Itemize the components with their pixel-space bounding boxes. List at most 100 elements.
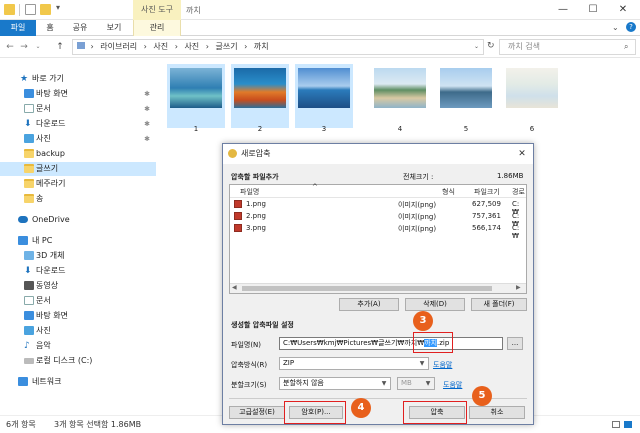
table-row[interactable]: 1.png 이미지(png) 627,509 C:₩ [234, 200, 524, 216]
file-thumbnail[interactable]: 5 [437, 64, 495, 133]
breadcrumb-libraries[interactable]: 라이브러리 [100, 42, 137, 51]
help-icon[interactable]: ? [626, 22, 636, 32]
table-row[interactable]: 3.png 이미지(png) 566,174 C:₩ [234, 224, 524, 240]
split-size-select[interactable]: 분할하지 않음 ▼ [279, 377, 391, 390]
back-arrow-icon[interactable]: ← [4, 40, 16, 54]
sidebar-item-3d-objects[interactable]: 3D 개체 [0, 249, 156, 263]
sidebar-item-onedrive[interactable]: OneDrive [0, 213, 156, 227]
refresh-icon[interactable]: ↻ [487, 41, 495, 51]
file-thumbnail[interactable]: 1 [167, 64, 225, 133]
sidebar-item-pc-documents[interactable]: 문서 [0, 294, 156, 308]
breadcrumb-pictures-folder[interactable]: 사진 [184, 42, 199, 51]
pin-icon[interactable]: ✱ [144, 132, 150, 146]
maximize-icon[interactable]: ☐ [578, 2, 608, 18]
ribbon-tabs: 파일 홈 공유 보기 관리 ⌄ ? [0, 20, 640, 36]
selection-info: 3개 항목 선택함 1.86MB [54, 420, 142, 429]
new-folder-button[interactable]: 새 폴더(F) [471, 298, 527, 311]
column-header-type[interactable]: 형식 [442, 187, 455, 197]
help-link-method[interactable]: 도움말 [433, 360, 452, 370]
customize-toolbar-icon[interactable]: ▾ [56, 3, 60, 12]
sidebar-item-this-pc[interactable]: 내 PC [0, 234, 156, 248]
sidebar-item-videos[interactable]: 동영상 [0, 279, 156, 293]
help-link-split[interactable]: 도움말 [443, 380, 462, 390]
explorer-folder-icon [4, 4, 15, 15]
recent-dropdown-icon[interactable]: ⌄ [32, 40, 44, 54]
file-thumbnail[interactable]: 3 [295, 64, 353, 133]
breadcrumb-sep-icon: › [205, 42, 209, 51]
scroll-thumb[interactable] [242, 286, 492, 291]
sidebar-item-documents[interactable]: 문서 ✱ [0, 102, 156, 116]
sidebar-item-pictures[interactable]: 사진 ✱ [0, 132, 156, 146]
sidebar-item-pc-downloads[interactable]: ⬇ 다운로드 [0, 264, 156, 278]
breadcrumb-pictures[interactable]: 사진 [153, 42, 168, 51]
column-header-name[interactable]: 파일명 [240, 187, 259, 197]
up-arrow-icon[interactable]: ↑ [54, 40, 66, 54]
column-header-size[interactable]: 파일크기 [474, 187, 500, 197]
scroll-left-icon[interactable]: ◀ [232, 284, 237, 291]
tab-home[interactable]: 홈 [40, 20, 60, 36]
file-list[interactable]: 파일명 ^ 형식 파일크기 경로 1.png 이미지(png) 627,509 … [229, 183, 527, 294]
search-input[interactable]: 까치 검색 [499, 39, 636, 55]
minimize-icon[interactable]: — [548, 2, 578, 18]
item-count: 6개 항목 [6, 420, 36, 429]
breadcrumb-writing[interactable]: 글쓰기 [215, 42, 237, 51]
horizontal-scrollbar[interactable]: ◀ ▶ [230, 283, 526, 293]
file-thumbnail[interactable]: 2 [231, 64, 289, 133]
sidebar-item-quick-access[interactable]: ★ 바로 가기 [0, 72, 156, 86]
address-bar[interactable]: › 라이브러리 › 사진 › 사진 › 글쓰기 › 까치 [72, 39, 484, 55]
sort-arrow-icon: ^ [312, 183, 318, 191]
cancel-button[interactable]: 취소 [469, 406, 525, 419]
sidebar-item-downloads[interactable]: ⬇ 다운로드 ✱ [0, 117, 156, 131]
large-icons-view-icon[interactable] [624, 421, 632, 428]
highlight-compress-box [403, 401, 467, 424]
properties-icon[interactable] [25, 4, 36, 15]
sidebar-item-writing[interactable]: 글쓰기 [0, 162, 156, 176]
sidebar-item-network[interactable]: 네트워크 [0, 375, 156, 389]
document-icon [24, 104, 34, 113]
browse-button[interactable]: ... [507, 337, 523, 350]
split-unit-select[interactable]: MB ▼ [397, 377, 435, 390]
dialog-close-icon[interactable]: ✕ [515, 147, 529, 161]
sidebar-item-music[interactable]: ♪ 음악 [0, 339, 156, 353]
tab-view[interactable]: 보기 [100, 20, 128, 36]
sidebar-item-local-disk[interactable]: 로컬 디스크 (C:) [0, 354, 156, 368]
sidebar-item-backup[interactable]: backup [0, 147, 156, 161]
tab-file[interactable]: 파일 [0, 20, 36, 36]
add-button[interactable]: 추가(A) [339, 298, 399, 311]
sidebar-item-quail[interactable]: 메주라기 [0, 177, 156, 191]
sidebar-item-desktop[interactable]: 바탕 화면 ✱ [0, 87, 156, 101]
dialog-title: 새로압축 [241, 149, 271, 158]
breadcrumb-current[interactable]: 까치 [254, 42, 269, 51]
title-bar: ▾ 사진 도구 까치 — ☐ ✕ [0, 0, 640, 20]
context-tab-group: 사진 도구 [133, 0, 181, 20]
new-folder-icon[interactable] [40, 4, 51, 15]
table-row[interactable]: 2.png 이미지(png) 757,361 C:₩ [234, 212, 524, 228]
forward-arrow-icon[interactable]: → [18, 40, 30, 54]
close-icon[interactable]: ✕ [608, 2, 638, 18]
sidebar-item-pc-desktop[interactable]: 바탕 화면 [0, 309, 156, 323]
split-label: 분할크기(S) [231, 381, 267, 389]
tab-manage[interactable]: 관리 [133, 20, 181, 36]
tab-share[interactable]: 공유 [66, 20, 94, 36]
sidebar-item-pc-pictures[interactable]: 사진 [0, 324, 156, 338]
pin-icon[interactable]: ✱ [144, 87, 150, 101]
sidebar-item-song[interactable]: 송 [0, 192, 156, 206]
scroll-right-icon[interactable]: ▶ [516, 284, 521, 291]
search-icon[interactable]: ⌕ [624, 42, 628, 52]
compression-method-select[interactable]: ZIP ▼ [279, 357, 429, 370]
advanced-settings-button[interactable]: 고급설정(E) [229, 406, 285, 419]
address-dropdown-icon[interactable]: ⌄ [474, 43, 479, 50]
file-thumbnail[interactable]: 4 [371, 64, 429, 133]
png-file-icon [234, 224, 242, 232]
breadcrumb-sep-icon: › [244, 42, 248, 51]
details-view-icon[interactable] [612, 421, 620, 428]
pin-icon[interactable]: ✱ [144, 102, 150, 116]
thumbnail-image [440, 68, 492, 108]
column-header-path[interactable]: 경로 [512, 187, 525, 197]
chevron-down-icon[interactable]: ⌄ [612, 23, 619, 32]
delete-button[interactable]: 삭제(D) [405, 298, 465, 311]
pin-icon[interactable]: ✱ [144, 117, 150, 131]
archive-filename-field[interactable]: C:₩Users₩kmj₩Pictures₩글쓰기₩까치₩까치.zip [279, 337, 503, 350]
total-size-value: 1.86MB [497, 172, 524, 180]
file-thumbnail[interactable]: 6 [503, 64, 561, 133]
